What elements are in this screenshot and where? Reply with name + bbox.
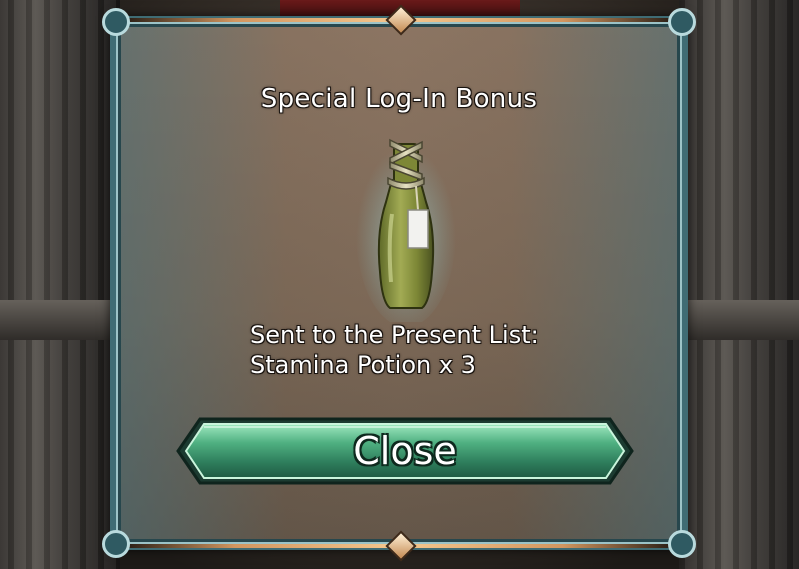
- dialog-title: Special Log-In Bonus: [260, 84, 538, 114]
- background-pillar-cap-right: [669, 300, 799, 340]
- game-screen: Special Log-In Bonus Sent to the Present…: [0, 0, 799, 569]
- background-pillar-left: [0, 0, 120, 569]
- reward-message-line1: Sent to the Present List:: [250, 321, 539, 349]
- reward-message-line2: Stamina Potion x 3: [250, 351, 476, 379]
- dialog-corner-ornament: [102, 530, 130, 558]
- dialog-corner-ornament: [102, 8, 130, 36]
- reward-message: Sent to the Present List: Stamina Potion…: [250, 320, 539, 380]
- close-button-frame: [176, 417, 634, 485]
- background-pillar-right: [679, 0, 799, 569]
- dialog-corner-ornament: [668, 530, 696, 558]
- dialog-corner-ornament: [668, 8, 696, 36]
- login-bonus-dialog: Special Log-In Bonus Sent to the Present…: [102, 4, 696, 562]
- stamina-potion-icon: [356, 137, 456, 322]
- dialog-bottom-ornament: [385, 530, 417, 562]
- close-button[interactable]: Close: [170, 415, 640, 487]
